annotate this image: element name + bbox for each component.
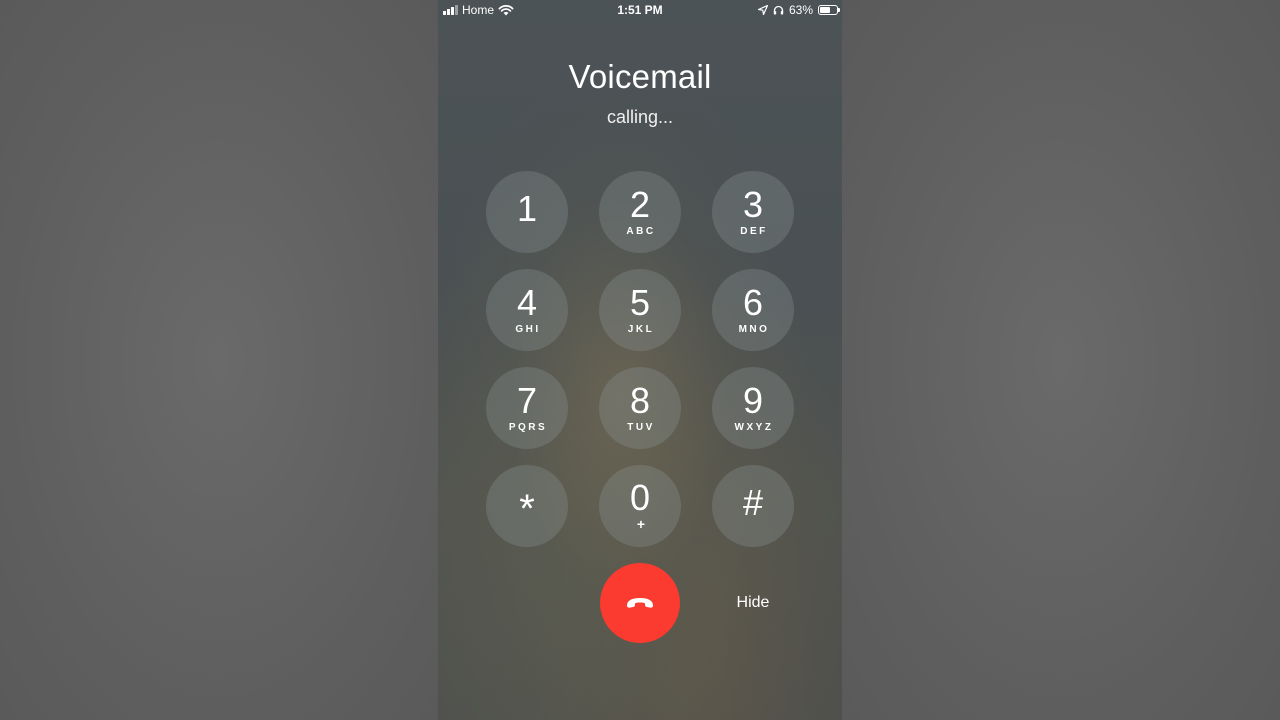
key-digit: # [742,482,764,523]
status-bar: Home 1:51 PM 63% [438,0,842,20]
screen: Home 1:51 PM 63% Voicemail calling... 1 … [0,0,1280,720]
key-letters: PQRS [508,422,548,433]
key-letters: WXYZ [734,422,774,433]
headphones-icon [773,5,784,15]
keypad-key-star[interactable]: * [486,465,568,547]
hide-keypad-button[interactable]: Hide [712,594,794,612]
key-digit: 6 [742,282,764,323]
phone-hangup-icon [627,598,653,608]
keypad-key-7[interactable]: 7 PQRS [486,367,568,449]
key-digit: 2 [629,184,651,225]
keypad-key-6[interactable]: 6 MNO [712,269,794,351]
key-letters: DEF [740,226,768,237]
key-digit: 3 [742,184,764,225]
battery-level-fill [820,7,830,13]
key-digit: 9 [742,380,764,421]
key-letters: ABC [626,226,656,237]
dial-keypad: 1 2 ABC 3 DEF 4 GHI 5 JKL 6 MNO 7 PQRS 8… [486,171,794,547]
key-letters: TUV [627,422,655,433]
key-letters: JKL [627,324,655,335]
key-digit: 0 [629,477,651,518]
keypad-key-0[interactable]: 0 + [599,465,681,547]
key-letters: MNO [738,324,770,335]
phone-screen: Home 1:51 PM 63% Voicemail calling... 1 … [438,0,842,720]
keypad-key-5[interactable]: 5 JKL [599,269,681,351]
status-bar-right: 63% [757,3,840,17]
blurred-background-left [0,0,438,720]
key-digit: 1 [516,188,538,229]
battery-percent: 63% [788,3,813,17]
keypad-key-8[interactable]: 8 TUV [599,367,681,449]
key-letters: GHI [515,324,541,335]
call-status: calling... [606,107,674,127]
key-digit: 8 [629,380,651,421]
battery-icon [818,5,840,15]
call-contact-name: Voicemail [568,58,712,95]
keypad-key-3[interactable]: 3 DEF [712,171,794,253]
location-arrow-icon [757,5,768,15]
keypad-key-4[interactable]: 4 GHI [486,269,568,351]
key-letters: + [636,516,646,532]
key-digit: 5 [629,282,651,323]
keypad-key-1[interactable]: 1 [486,171,568,253]
keypad-key-pound[interactable]: # [712,465,794,547]
blurred-background-right [842,0,1280,720]
keypad-key-2[interactable]: 2 ABC [599,171,681,253]
key-digit: * [519,487,535,531]
key-digit: 7 [516,380,538,421]
keypad-key-9[interactable]: 9 WXYZ [712,367,794,449]
end-call-button[interactable] [600,563,680,643]
key-digit: 4 [516,282,538,323]
